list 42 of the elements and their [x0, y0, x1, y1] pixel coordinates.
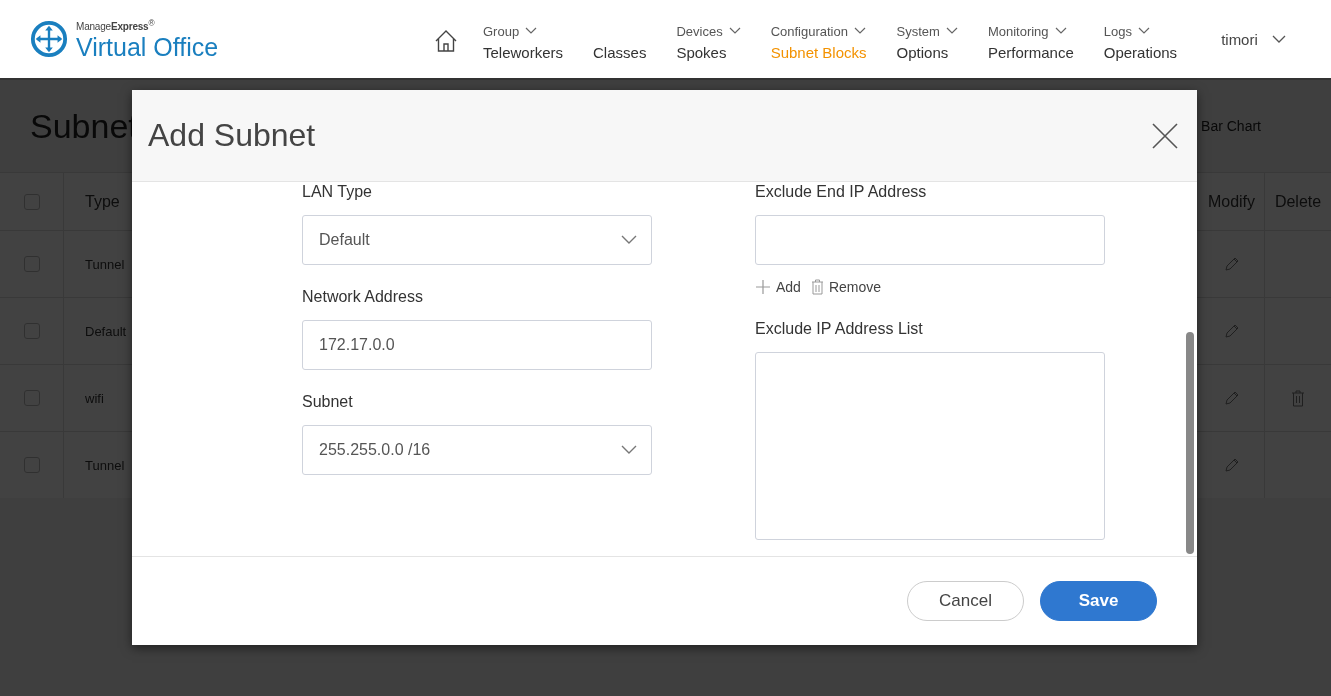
logo-icon — [30, 20, 68, 58]
chevron-down-icon[interactable] — [525, 27, 538, 35]
nav-group-menu[interactable]: Logs — [1103, 22, 1178, 40]
chevron-down-icon[interactable] — [945, 27, 958, 35]
nav-group-menu[interactable]: Devices — [676, 22, 741, 40]
select-field[interactable]: 255.255.0.0 /16 — [302, 425, 652, 475]
chevron-down-icon[interactable] — [1137, 27, 1150, 35]
nav-group-menu[interactable]: Monitoring — [987, 22, 1074, 40]
chevron-down-icon[interactable] — [728, 27, 741, 35]
remove-link[interactable]: Remove — [810, 279, 882, 295]
select-field[interactable]: Default — [302, 215, 652, 265]
close-icon[interactable] — [1152, 122, 1178, 149]
field-label: LAN Type — [302, 182, 373, 202]
chevron-down-icon[interactable] — [1271, 34, 1286, 44]
field-label: Exclude IP Address List — [755, 319, 924, 339]
nav-group-menu[interactable]: Group — [483, 22, 564, 40]
home-icon[interactable] — [434, 29, 458, 53]
nav-link[interactable]: Spokes — [676, 44, 741, 61]
nav-link[interactable]: Operations — [1103, 44, 1178, 61]
brand-name: Virtual Office — [76, 33, 219, 62]
nav-group-menu[interactable]: Configuration — [770, 22, 867, 40]
nav-link[interactable]: Performance — [987, 44, 1074, 61]
brand-tagline: ManageExpress$^{®}$ — [76, 16, 156, 34]
nav-group-menu[interactable]: System — [896, 22, 958, 40]
nav-link[interactable]: Teleworkers — [483, 44, 564, 61]
add-link[interactable]: Add — [755, 279, 801, 295]
field-label: Exclude End IP Address — [755, 182, 928, 202]
scrollbar-thumb[interactable] — [1186, 332, 1194, 554]
input-field[interactable]: 172.17.0.0 — [302, 320, 652, 370]
user-menu[interactable]: timori — [1221, 30, 1286, 48]
save-button[interactable]: Save — [1040, 581, 1157, 621]
field-label: Network Address — [302, 287, 424, 307]
chevron-down-icon[interactable] — [853, 27, 866, 35]
input-field[interactable] — [755, 215, 1105, 265]
chevron-down-icon[interactable] — [621, 235, 637, 245]
cancel-button[interactable]: Cancel — [907, 581, 1024, 621]
chevron-down-icon[interactable] — [1054, 27, 1067, 35]
nav-link[interactable]: Classes — [593, 44, 647, 61]
nav-link[interactable]: Options — [896, 44, 958, 61]
field-label: Subnet — [302, 392, 354, 412]
chevron-down-icon[interactable] — [621, 445, 637, 455]
dialog-title: Add Subnet — [148, 117, 316, 154]
